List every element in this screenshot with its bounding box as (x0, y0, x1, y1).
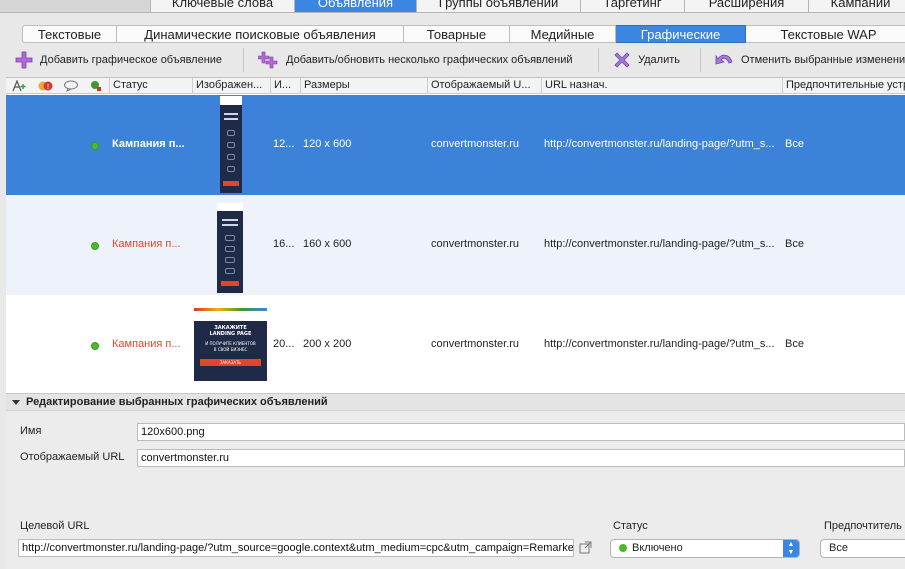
banner-subline-2: В СВОЙ БИЗНЕС (213, 347, 248, 352)
campaign-cell: Кампания п... (112, 338, 181, 350)
device-select[interactable]: Все (820, 539, 905, 558)
select-arrows-icon: ▲ ▼ (783, 540, 799, 557)
tab-ads[interactable]: Объявления (294, 0, 416, 12)
device-cell: Все (785, 138, 804, 150)
table-row[interactable]: Кампания п... 16... 160 x 600 convertmon… (6, 195, 905, 295)
edit-panel: Имя 120x600.png Отображаемый URL convert… (6, 411, 905, 569)
status-enabled-icon (91, 242, 99, 250)
status-enabled-icon (91, 342, 99, 350)
tab-targeting[interactable]: Таргетинг (580, 0, 684, 12)
display-url-cell: convertmonster.ru (431, 238, 520, 250)
table-row[interactable]: Кампания п... 12... 120 x 600 convertmon… (6, 95, 905, 195)
table-row[interactable]: Кампания п... ЗАКАЖИТЕ LANDING PAGE И ПО… (6, 295, 905, 393)
size-cell: 120 x 600 (303, 138, 352, 150)
delete-label: Удалить (638, 54, 680, 66)
col-device[interactable]: Предпочтительные устройства (782, 78, 905, 94)
table-header: ! Статус Изображен... И... Размеры Отобр… (6, 78, 905, 94)
status-select[interactable]: Включено ▲ ▼ (610, 539, 800, 558)
ad-thumbnail-200x200[interactable]: ЗАКАЖИТЕ LANDING PAGE И ПОЛУЧИТЕ КЛИЕНТО… (194, 308, 267, 381)
add-filter-icon[interactable] (12, 79, 28, 95)
device-select-value: Все (829, 542, 848, 554)
campaign-cell: Кампания п... (112, 238, 181, 250)
ad-thumbnail-160x600[interactable] (217, 203, 243, 293)
revert-changes-button[interactable]: Отменить выбранные изменения (713, 48, 905, 72)
warning-icon: ! (38, 80, 54, 95)
revert-changes-label: Отменить выбранные изменения (741, 54, 905, 66)
ad-type-tabs: Текстовые Динамические поисковые объявле… (22, 25, 905, 43)
subtab-shopping[interactable]: Товарные (404, 25, 510, 43)
campaign-cell: Кампания п... (112, 138, 185, 150)
tab-ad-groups[interactable]: Группы объявлений (416, 0, 580, 12)
destination-url-cell: http://convertmonster.ru/landing-page/?u… (544, 238, 775, 250)
ad-id-cell: 12... (273, 138, 295, 150)
display-url-label: Отображаемый URL (20, 451, 125, 463)
display-url-cell: convertmonster.ru (431, 138, 520, 150)
toolbar: Добавить графическое объявление Добавить… (0, 44, 905, 77)
size-cell: 200 x 200 (303, 338, 352, 350)
status-label: Статус (613, 520, 648, 532)
col-size[interactable]: Размеры (300, 78, 427, 94)
toolbar-divider (598, 48, 599, 72)
delete-x-icon (614, 52, 630, 68)
banner-order-button: ЗАКАЗАТЬ (200, 359, 261, 366)
name-field[interactable]: 120x600.png (137, 423, 905, 441)
status-column-icon (88, 80, 104, 95)
edit-panel-header[interactable]: Редактирование выбранных графических объ… (6, 393, 905, 411)
name-label: Имя (20, 425, 42, 437)
size-cell: 160 x 600 (303, 238, 352, 250)
toolbar-divider (700, 48, 701, 72)
collapse-caret-icon[interactable] (12, 400, 20, 405)
ad-thumbnail-120x600[interactable] (220, 96, 242, 193)
plus-multiple-icon (258, 51, 278, 69)
add-image-ad-label: Добавить графическое объявление (40, 54, 223, 66)
col-destination-url[interactable]: URL назнач. (541, 78, 782, 94)
undo-icon (715, 54, 733, 65)
comment-icon (63, 80, 79, 95)
svg-text:!: ! (47, 83, 50, 91)
subtab-dynamic-search[interactable]: Динамические поисковые объявления (117, 25, 404, 43)
top-tab-strip: Ключевые слова Объявления Группы объявле… (0, 0, 905, 13)
subtab-image[interactable]: Графические (616, 25, 746, 43)
status-enabled-icon (91, 142, 99, 150)
plus-icon (15, 51, 33, 69)
tab-keywords[interactable]: Ключевые слова (150, 0, 294, 12)
device-cell: Все (785, 338, 804, 350)
ad-id-cell: 20... (273, 338, 295, 350)
edit-panel-title: Редактирование выбранных графических объ… (26, 396, 328, 408)
open-link-icon[interactable] (579, 541, 592, 557)
device-cell: Все (785, 238, 804, 250)
banner-headline-2: LANDING PAGE (209, 331, 252, 337)
add-multiple-ads-button[interactable]: Добавить/обновить несколько графических … (258, 48, 573, 72)
display-url-cell: convertmonster.ru (431, 338, 520, 350)
subtab-media[interactable]: Медийные (510, 25, 616, 43)
col-image[interactable]: Изображен... (192, 78, 270, 94)
subtab-text-wap[interactable]: Текстовые WAP (746, 25, 905, 43)
ad-id-cell: 16... (273, 238, 295, 250)
display-url-field[interactable]: convertmonster.ru (137, 449, 905, 467)
tab-campaigns[interactable]: Кампании (808, 0, 905, 12)
destination-url-field[interactable]: http://convertmonster.ru/landing-page/?u… (18, 539, 574, 557)
toolbar-divider (243, 48, 244, 72)
tab-extensions[interactable]: Расширения (684, 0, 808, 12)
delete-button[interactable]: Удалить (612, 48, 680, 72)
ads-table: ! Статус Изображен... И... Размеры Отобр… (6, 77, 905, 393)
add-multiple-ads-label: Добавить/обновить несколько графических … (286, 54, 573, 66)
status-enabled-icon (619, 544, 627, 552)
destination-url-cell: http://convertmonster.ru/landing-page/?u… (544, 138, 775, 150)
device-label: Предпочтитель (824, 520, 902, 532)
add-image-ad-button[interactable]: Добавить графическое объявление (14, 48, 222, 72)
subtab-text[interactable]: Текстовые (22, 25, 117, 43)
col-display-url[interactable]: Отображаемый U... (427, 78, 541, 94)
status-select-value: Включено (632, 542, 683, 554)
destination-url-label: Целевой URL (20, 520, 90, 532)
destination-url-cell: http://convertmonster.ru/landing-page/?u… (544, 338, 775, 350)
col-id[interactable]: И... (270, 78, 300, 94)
col-status[interactable]: Статус (109, 78, 192, 94)
